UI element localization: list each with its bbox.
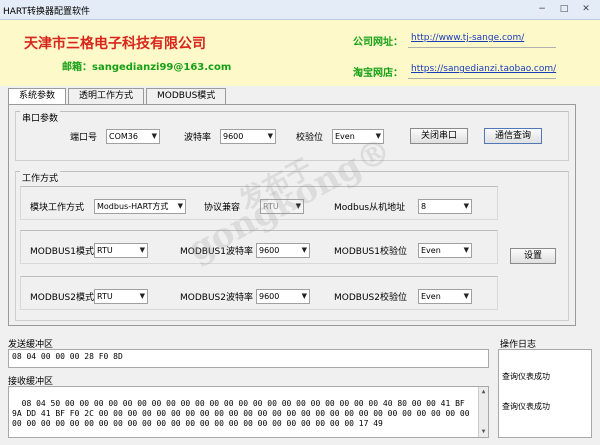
tab-bar: 系统参数 透明工作方式 MODBUS模式 bbox=[8, 88, 228, 105]
modbus1-parity-value: Even bbox=[421, 246, 441, 255]
modbus2-parity-select[interactable]: Even ▼ bbox=[418, 289, 472, 304]
modbus1-parity-label: MODBUS1校验位 bbox=[334, 247, 407, 257]
modbus2-parity-value: Even bbox=[421, 292, 441, 301]
website-underline bbox=[408, 47, 556, 48]
tab-modbus-mode[interactable]: MODBUS模式 bbox=[146, 88, 227, 104]
work-group-title: 工作方式 bbox=[20, 171, 61, 184]
modbus1-baud-label: MODBUS1波特率 bbox=[180, 247, 253, 257]
parity-value: Even bbox=[335, 132, 355, 141]
window-title: HART转换器配置软件 bbox=[3, 7, 91, 17]
serial-group-title: 串口参数 bbox=[20, 111, 61, 124]
website-label: 公司网址： bbox=[353, 37, 403, 48]
port-select[interactable]: COM36 ▼ bbox=[106, 129, 160, 144]
parity-select[interactable]: Even ▼ bbox=[332, 129, 384, 144]
shop-label: 淘宝网店： bbox=[353, 68, 403, 79]
website-link[interactable]: http://www.tj-sange.com/ bbox=[411, 33, 524, 43]
baud-value: 9600 bbox=[223, 132, 244, 141]
send-buffer-field[interactable]: 08 04 00 00 00 28 F0 8D bbox=[8, 349, 489, 368]
chevron-down-icon: ▼ bbox=[375, 132, 381, 140]
chevron-down-icon: ▼ bbox=[151, 132, 157, 140]
port-label: 端口号 bbox=[70, 133, 98, 143]
close-icon[interactable]: ✕ bbox=[576, 2, 596, 16]
scroll-up-icon[interactable]: ▲ bbox=[479, 387, 488, 397]
modbus2-mode-label: MODBUS2模式 bbox=[30, 293, 94, 303]
scroll-down-icon[interactable]: ▼ bbox=[479, 427, 488, 437]
mode-value: Modbus-HART方式 bbox=[97, 202, 169, 211]
slave-address-select[interactable]: 8 ▼ bbox=[418, 199, 472, 214]
modbus2-parity-label: MODBUS2校验位 bbox=[334, 293, 407, 303]
serial-params-group: 串口参数 端口号 COM36 ▼ 波特率 9600 ▼ 校验位 Even ▼ 关… bbox=[15, 111, 569, 161]
modbus1-mode-label: MODBUS1模式 bbox=[30, 247, 94, 257]
company-banner: 天津市三格电子科技有限公司 邮箱：sangedianzi99@163.com 公… bbox=[0, 20, 600, 86]
chevron-down-icon: ▼ bbox=[139, 292, 145, 300]
modbus1-mode-select[interactable]: RTU ▼ bbox=[94, 243, 148, 258]
modbus2-baud-label: MODBUS2波特率 bbox=[180, 293, 253, 303]
email-text: 邮箱：sangedianzi99@163.com bbox=[62, 62, 232, 73]
recv-buffer-text: 08 04 50 00 00 00 00 00 00 00 00 00 00 0… bbox=[12, 399, 475, 428]
slave-address-value: 8 bbox=[421, 202, 427, 211]
chevron-down-icon: ▼ bbox=[301, 246, 307, 254]
modbus1-baud-select[interactable]: 9600 ▼ bbox=[256, 243, 310, 258]
window-controls: − □ ✕ bbox=[532, 2, 596, 16]
baud-select[interactable]: 9600 ▼ bbox=[220, 129, 276, 144]
baud-label: 波特率 bbox=[184, 133, 212, 143]
title-bar: HART转换器配置软件 − □ ✕ bbox=[0, 0, 600, 20]
shop-underline bbox=[408, 78, 556, 79]
modbus1-parity-select[interactable]: Even ▼ bbox=[418, 243, 472, 258]
chevron-down-icon: ▼ bbox=[463, 202, 469, 210]
minimize-icon[interactable]: − bbox=[532, 2, 552, 16]
protocol-label: 协议兼容 bbox=[204, 203, 241, 213]
modbus1-mode-value: RTU bbox=[97, 246, 113, 255]
modbus2-baud-value: 9600 bbox=[259, 292, 280, 301]
modbus1-baud-value: 9600 bbox=[259, 246, 280, 255]
chevron-down-icon: ▼ bbox=[267, 132, 273, 140]
modbus2-mode-select[interactable]: RTU ▼ bbox=[94, 289, 148, 304]
protocol-select[interactable]: RTU ▼ bbox=[260, 199, 304, 214]
comm-query-button[interactable]: 通信查询 bbox=[484, 128, 542, 144]
mode-select[interactable]: Modbus-HART方式 ▼ bbox=[94, 199, 186, 214]
chevron-down-icon: ▼ bbox=[301, 292, 307, 300]
recv-buffer-field[interactable]: 08 04 50 00 00 00 00 00 00 00 00 00 00 0… bbox=[8, 386, 489, 438]
port-value: COM36 bbox=[109, 132, 138, 141]
log-line: 查询仪表成功 bbox=[502, 402, 550, 411]
company-name: 天津市三格电子科技有限公司 bbox=[24, 36, 206, 52]
chevron-down-icon: ▼ bbox=[295, 202, 301, 210]
close-port-button[interactable]: 关闭串口 bbox=[410, 128, 468, 144]
modbus2-mode-value: RTU bbox=[97, 292, 113, 301]
protocol-value: RTU bbox=[263, 202, 279, 211]
tab-transparent-mode[interactable]: 透明工作方式 bbox=[68, 88, 145, 104]
set-button[interactable]: 设置 bbox=[510, 248, 556, 264]
modbus2-baud-select[interactable]: 9600 ▼ bbox=[256, 289, 310, 304]
chevron-down-icon: ▼ bbox=[463, 292, 469, 300]
shop-link[interactable]: https://sangedianzi.taobao.com/ bbox=[411, 64, 556, 74]
log-line: 查询仪表成功 bbox=[502, 372, 550, 381]
slave-address-label: Modbus从机地址 bbox=[334, 203, 406, 213]
maximize-icon[interactable]: □ bbox=[554, 2, 574, 16]
work-mode-group: 工作方式 模块工作方式 Modbus-HART方式 ▼ 协议兼容 RTU ▼ M… bbox=[15, 171, 569, 321]
log-field[interactable]: 查询仪表成功 查询仪表成功 bbox=[498, 349, 592, 438]
chevron-down-icon: ▼ bbox=[177, 202, 183, 210]
mode-label: 模块工作方式 bbox=[30, 203, 85, 213]
parity-label: 校验位 bbox=[296, 133, 324, 143]
chevron-down-icon: ▼ bbox=[139, 246, 145, 254]
tab-system-params[interactable]: 系统参数 bbox=[8, 88, 67, 105]
system-params-panel: 串口参数 端口号 COM36 ▼ 波特率 9600 ▼ 校验位 Even ▼ 关… bbox=[8, 104, 576, 326]
recv-scrollbar[interactable]: ▲ ▼ bbox=[478, 387, 488, 437]
chevron-down-icon: ▼ bbox=[463, 246, 469, 254]
